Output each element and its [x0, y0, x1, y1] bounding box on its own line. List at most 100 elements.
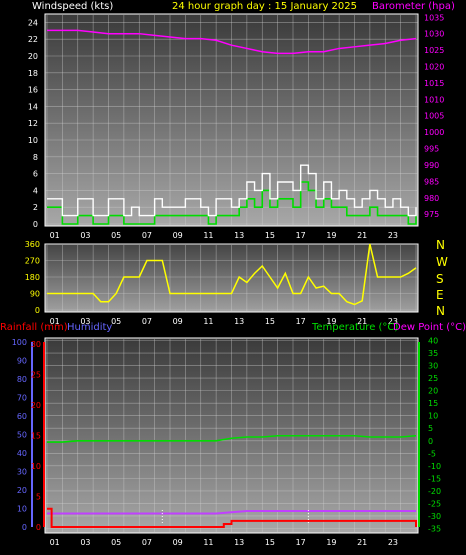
dir-x-tick-17: 17 [296, 317, 306, 326]
dir-x-tick-05: 05 [111, 317, 121, 326]
temp-y-tick-15: 15 [428, 399, 438, 408]
weather-chart: Windspeed (kts) 24 hour graph day : 15 J… [0, 1, 466, 547]
rain-y-tick-15: 15 [31, 432, 41, 441]
wind-y-tick-24: 24 [28, 18, 38, 27]
wind-y-tick-18: 18 [28, 69, 38, 78]
temp-y-tick--35: -35 [428, 524, 441, 533]
humidity-y-tick-40: 40 [17, 449, 27, 458]
baro-y-tick-1000: 1000 [424, 128, 444, 137]
wind-y-tick-2: 2 [33, 203, 38, 212]
dewpoint-axis-label: Dew Point (°C) [393, 322, 466, 333]
temp-x-tick-03: 03 [80, 538, 90, 547]
temp-x-tick-01: 01 [50, 538, 60, 547]
baro-y-tick-1020: 1020 [424, 63, 444, 72]
wind-y-tick-8: 8 [33, 153, 38, 162]
temp-x-tick-21: 21 [357, 538, 367, 547]
compass-s: S [436, 272, 444, 286]
baro-y-tick-985: 985 [424, 177, 439, 186]
dir-x-tick-07: 07 [142, 317, 152, 326]
dir-y-tick-90: 90 [30, 290, 40, 299]
dir-y-tick-360: 360 [25, 240, 40, 249]
dir-x-tick-13: 13 [234, 317, 244, 326]
dir-y-tick-0: 0 [35, 306, 40, 315]
humidity-y-tick-50: 50 [17, 431, 27, 440]
humidity-axis-label: Humidity [67, 322, 112, 333]
wind-x-tick-19: 19 [326, 231, 336, 240]
temp-x-tick-13: 13 [234, 538, 244, 547]
temp-x-tick-05: 05 [111, 538, 121, 547]
barometer-axis-label: Barometer (hpa) [372, 1, 455, 12]
baro-y-tick-1035: 1035 [424, 13, 444, 22]
temp-y-tick-25: 25 [428, 374, 438, 383]
temp-y-tick-10: 10 [428, 412, 438, 421]
baro-y-tick-995: 995 [424, 145, 439, 154]
wind-x-tick-01: 01 [50, 231, 60, 240]
wind-x-tick-09: 09 [173, 231, 183, 240]
temp-y-tick--30: -30 [428, 512, 441, 521]
temp-y-tick--25: -25 [428, 499, 441, 508]
wind-y-tick-20: 20 [28, 52, 38, 61]
temp-x-tick-19: 19 [326, 538, 336, 547]
dir-y-tick-270: 270 [25, 257, 40, 266]
dir-x-tick-09: 09 [173, 317, 183, 326]
temp-y-tick-0: 0 [428, 437, 433, 446]
baro-y-tick-1015: 1015 [424, 79, 444, 88]
humidity-y-tick-100: 100 [12, 338, 27, 347]
temp-y-tick-35: 35 [428, 349, 438, 358]
dir-y-tick-180: 180 [25, 273, 40, 282]
temp-y-tick-20: 20 [428, 387, 438, 396]
temp-y-tick--15: -15 [428, 474, 441, 483]
temp-x-tick-15: 15 [265, 538, 275, 547]
wind-x-tick-21: 21 [357, 231, 367, 240]
temp-y-tick--5: -5 [428, 449, 436, 458]
temp-x-tick-11: 11 [203, 538, 213, 547]
wind-x-tick-03: 03 [80, 231, 90, 240]
rain-y-tick-5: 5 [36, 493, 41, 502]
wind-y-tick-16: 16 [28, 86, 38, 95]
compass-n-bottom: N [436, 304, 445, 318]
rain-y-tick-0: 0 [36, 523, 41, 532]
baro-y-tick-1005: 1005 [424, 112, 444, 121]
wind-y-tick-12: 12 [28, 119, 38, 128]
baro-y-tick-1030: 1030 [424, 30, 444, 39]
humidity-y-tick-90: 90 [17, 357, 27, 366]
wind-x-tick-07: 07 [142, 231, 152, 240]
humidity-y-tick-10: 10 [17, 505, 27, 514]
temp-y-tick-40: 40 [428, 337, 438, 346]
wind-y-tick-10: 10 [28, 136, 38, 145]
temperature-axis-label: Temperature (°C) [311, 322, 398, 333]
rain-y-tick-30: 30 [31, 340, 41, 349]
humidity-y-tick-30: 30 [17, 468, 27, 477]
temp-x-tick-09: 09 [173, 538, 183, 547]
rain-y-tick-20: 20 [31, 401, 41, 410]
wind-x-tick-13: 13 [234, 231, 244, 240]
temp-y-tick--20: -20 [428, 487, 441, 496]
wind-x-tick-23: 23 [388, 231, 398, 240]
wind-x-tick-11: 11 [203, 231, 213, 240]
baro-y-tick-1010: 1010 [424, 95, 444, 104]
temp-y-tick-5: 5 [428, 424, 433, 433]
wind-x-tick-15: 15 [265, 231, 275, 240]
compass-n-top: N [436, 238, 445, 252]
temp-x-tick-23: 23 [388, 538, 398, 547]
humidity-y-tick-60: 60 [17, 412, 27, 421]
dir-x-tick-15: 15 [265, 317, 275, 326]
wind-axis-label: Windspeed (kts) [32, 1, 113, 12]
temp-y-tick--10: -10 [428, 462, 441, 471]
wind-y-tick-22: 22 [28, 35, 38, 44]
wind-y-tick-14: 14 [28, 102, 38, 111]
baro-y-tick-980: 980 [424, 194, 439, 203]
humidity-y-tick-70: 70 [17, 394, 27, 403]
wind-y-tick-4: 4 [33, 186, 38, 195]
wind-y-tick-0: 0 [33, 220, 38, 229]
temp-x-tick-17: 17 [296, 538, 306, 547]
rain-y-tick-10: 10 [31, 462, 41, 471]
temp-y-tick-30: 30 [428, 362, 438, 371]
temp-x-tick-07: 07 [142, 538, 152, 547]
humidity-y-tick-20: 20 [17, 486, 27, 495]
rain-y-tick-25: 25 [31, 371, 41, 380]
compass-e: E [436, 288, 444, 302]
wind-y-tick-6: 6 [33, 170, 38, 179]
chart-title: 24 hour graph day : 15 January 2025 [172, 1, 357, 12]
humidity-y-tick-80: 80 [17, 375, 27, 384]
